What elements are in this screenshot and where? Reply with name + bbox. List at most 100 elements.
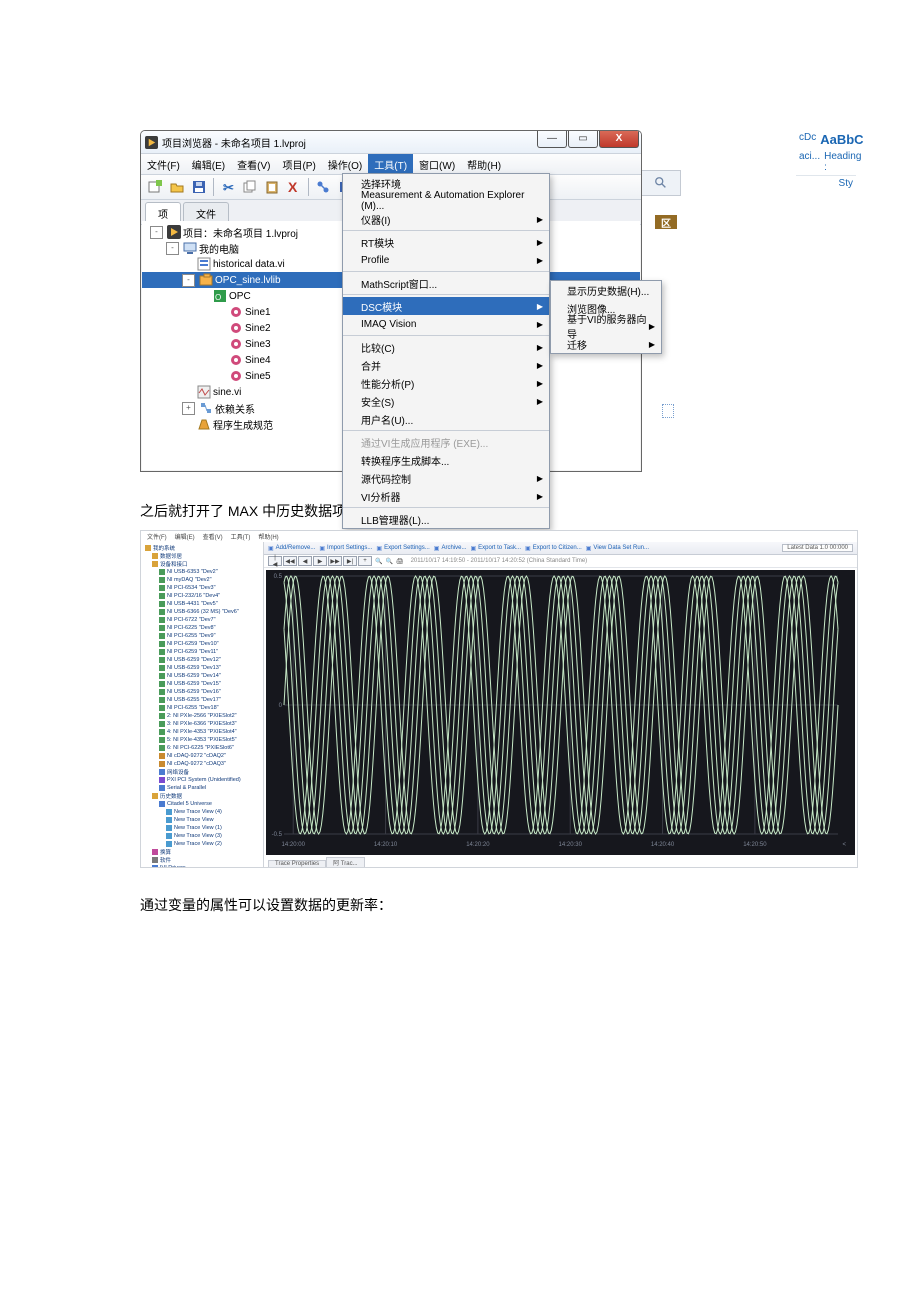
max-tree-row[interactable]: New Trace View (1) [141, 824, 263, 832]
menu-5[interactable]: 工具(T) [368, 154, 413, 174]
menu-item[interactable]: 源代码控制▶ [343, 469, 549, 487]
max-tree-row[interactable]: 数据邻居 [141, 552, 263, 560]
max-tree-row[interactable]: NI PCI-6255 "Dev18" [141, 704, 263, 712]
max-tree-row[interactable]: NI PCI-6225 "Dev8" [141, 624, 263, 632]
max-tree-row[interactable]: 5: NI PXIe-4353 "PXIESlot5" [141, 736, 263, 744]
menu-item[interactable]: 安全(S)▶ [343, 392, 549, 410]
menu-3[interactable]: 项目(P) [276, 154, 321, 174]
menu-1[interactable]: 编辑(E) [186, 154, 231, 174]
max-tree-row[interactable]: NI USB-6366 (32 MS) "Dev6" [141, 608, 263, 616]
max-tree-row[interactable]: PXI PCI System (Unidentified) [141, 776, 263, 784]
max-tree-row[interactable]: 3: NI PXIe-6366 "PXIESlot3" [141, 720, 263, 728]
tools-menu-dropdown[interactable]: 选择环境Measurement & Automation Explorer (M… [342, 173, 550, 529]
tree-toggle[interactable]: - [150, 226, 163, 239]
max-tool[interactable]: ▣Export to Task... [470, 545, 521, 552]
tree-toggle[interactable]: + [182, 402, 195, 415]
menu-0[interactable]: 文件(F) [141, 154, 186, 174]
max-tree-row[interactable]: New Trace View [141, 816, 263, 824]
paste-icon[interactable] [262, 177, 282, 197]
nav-first-button[interactable]: |◀ [268, 556, 282, 566]
nav-plus-button[interactable]: + [358, 556, 372, 566]
menu-item[interactable]: DSC模块▶ [343, 297, 549, 315]
menu-item[interactable]: Measurement & Automation Explorer (M)... [343, 192, 549, 210]
max-tree[interactable]: 我的系统数据邻居设备和接口NI USB-6353 "Dev2"NI myDAQ … [141, 542, 264, 867]
max-tree-row[interactable]: 6: NI PCI-6225 "PXIESlot6" [141, 744, 263, 752]
menu-item[interactable]: 转换程序生成脚本... [343, 451, 549, 469]
max-tool[interactable]: ▣Export to Citizen... [525, 545, 582, 552]
max-tree-row[interactable]: IVI Drivers [141, 864, 263, 867]
max-tree-row[interactable]: Serial & Parallel [141, 784, 263, 792]
tree-toggle[interactable]: - [182, 274, 195, 287]
dsc-submenu[interactable]: 显示历史数据(H)...浏览图像...基于VI的服务器向导▶迁移▶ [550, 280, 662, 354]
max-tree-row[interactable]: NI PCI-6534 "Dev3" [141, 584, 263, 592]
max-tree-row[interactable]: NI USB-6259 "Dev15" [141, 680, 263, 688]
max-toolbar[interactable]: ▣Add/Remove... ▣Import Settings... ▣Export… [264, 542, 857, 555]
max-tree-row[interactable]: New Trace View (3) [141, 832, 263, 840]
max-menu[interactable]: 编辑(E) [175, 532, 195, 541]
max-tool[interactable]: ▣Archive... [434, 545, 467, 552]
minimize-button[interactable]: — [537, 131, 567, 148]
nav-prev-page-button[interactable]: ◀◀ [283, 556, 297, 566]
delete-icon[interactable]: X [284, 177, 304, 197]
zoom-out-icon[interactable]: 🔍 [385, 558, 392, 565]
menu-item[interactable]: 比较(C)▶ [343, 338, 549, 356]
menu-2[interactable]: 查看(V) [231, 154, 276, 174]
max-tree-row[interactable]: NI PCI-6722 "Dev7" [141, 616, 263, 624]
menu-item[interactable]: 性能分析(P)▶ [343, 374, 549, 392]
max-tree-row[interactable]: NI USB-6259 "Dev16" [141, 688, 263, 696]
tab-trace-props[interactable]: Trace Properties [268, 860, 326, 867]
max-tree-row[interactable]: NI PCI-232/16 "Dev4" [141, 592, 263, 600]
menu-7[interactable]: 帮助(H) [461, 154, 507, 174]
max-tree-row[interactable]: NI USB-6259 "Dev13" [141, 664, 263, 672]
menubar[interactable]: 文件(F)编辑(E)查看(V)项目(P)操作(O)工具(T)窗口(W)帮助(H) [141, 154, 641, 175]
max-tree-row[interactable]: 软件 [141, 856, 263, 864]
max-menu[interactable]: 查看(V) [203, 532, 223, 541]
menu-item[interactable]: LLB管理器(L)... [343, 510, 549, 528]
submenu-item[interactable]: 迁移▶ [551, 335, 661, 353]
nav-next-page-button[interactable]: ▶▶ [328, 556, 342, 566]
menu-item[interactable]: 用户名(U)... [343, 410, 549, 428]
new-vi-icon[interactable] [145, 177, 165, 197]
max-tree-row[interactable]: NI cDAQ-9272 "cDAQ3" [141, 760, 263, 768]
max-tool[interactable]: ▣Add/Remove... [268, 545, 315, 552]
menu-item[interactable]: 合并▶ [343, 356, 549, 374]
menu-item[interactable]: RT模块▶ [343, 233, 549, 251]
max-menu[interactable]: 工具(T) [231, 532, 251, 541]
tree-toggle[interactable]: - [166, 242, 179, 255]
tab-trace-2[interactable]: 阿 Trac... [326, 857, 364, 867]
max-tree-row[interactable]: 网络设备 [141, 768, 263, 776]
max-tool[interactable]: ▣View Data Set Run... [586, 545, 649, 552]
max-tree-row[interactable]: 设备和接口 [141, 560, 263, 568]
max-tree-row[interactable]: NI myDAQ "Dev2" [141, 576, 263, 584]
submenu-item[interactable]: 基于VI的服务器向导▶ [551, 317, 661, 335]
max-tool[interactable]: ▣Export Settings... [376, 545, 429, 552]
max-tree-row[interactable]: NI PCI-6255 "Dev9" [141, 632, 263, 640]
save-icon[interactable] [189, 177, 209, 197]
max-tool[interactable]: ▣Import Settings... [319, 545, 372, 552]
max-tree-row[interactable]: 我的系统 [141, 544, 263, 552]
max-menu[interactable]: 文件(F) [147, 532, 167, 541]
max-tree-row[interactable]: 4: NI PXIe-4353 "PXIESlot4" [141, 728, 263, 736]
max-tree-row[interactable]: NI USB-6255 "Dev17" [141, 696, 263, 704]
zoom-in-icon[interactable]: 🔍 [375, 558, 382, 565]
max-tree-row[interactable]: NI cDAQ-9272 "cDAQ2" [141, 752, 263, 760]
menu-4[interactable]: 操作(O) [322, 154, 368, 174]
nav-last-button[interactable]: ▶| [343, 556, 357, 566]
submenu-item[interactable]: 显示历史数据(H)... [551, 281, 661, 299]
cut-icon[interactable]: ✂ [218, 177, 238, 197]
max-tree-row[interactable]: NI USB-4431 "Dev5" [141, 600, 263, 608]
max-tree-row[interactable]: 2: NI PXIe-2566 "PXIESlot2" [141, 712, 263, 720]
menu-item[interactable]: IMAQ Vision▶ [343, 315, 549, 333]
max-tree-row[interactable]: NI PCI-6259 "Dev10" [141, 640, 263, 648]
close-button[interactable]: X [599, 131, 639, 148]
max-tree-row[interactable]: 换算 [141, 848, 263, 856]
max-tree-row[interactable]: NI USB-6259 "Dev12" [141, 656, 263, 664]
max-tree-row[interactable]: 历史数据 [141, 792, 263, 800]
nav-prev-button[interactable]: ◀ [298, 556, 312, 566]
nav-next-button[interactable]: ▶ [313, 556, 327, 566]
max-tree-row[interactable]: NI PCI-6259 "Dev11" [141, 648, 263, 656]
menu-6[interactable]: 窗口(W) [413, 154, 461, 174]
resolve-conflicts-icon[interactable] [313, 177, 333, 197]
menu-item[interactable]: Profile▶ [343, 251, 549, 269]
latest-data-button[interactable]: Latest Data 1.0 00:000 [782, 544, 853, 552]
